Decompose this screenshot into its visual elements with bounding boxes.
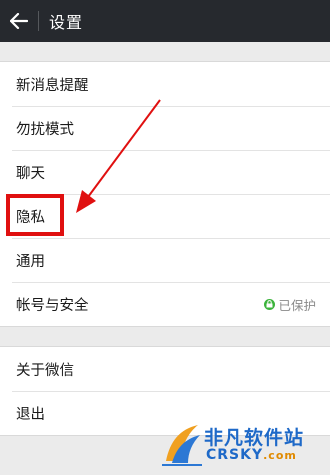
settings-item-chat[interactable]: 聊天 (0, 150, 330, 194)
page-title: 设置 (49, 13, 84, 32)
title-divider (38, 11, 39, 31)
highlight-box (6, 194, 64, 236)
settings-item-label: 聊天 (16, 165, 45, 182)
settings-item-label: 勿扰模式 (16, 121, 74, 138)
protection-status: 已保护 (264, 282, 316, 326)
settings-item-label: 帐号与安全 (16, 297, 89, 314)
settings-item-label: 关于微信 (16, 362, 74, 379)
settings-item-do-not-disturb[interactable]: 勿扰模式 (0, 106, 330, 150)
site-watermark: 非凡软件站 CRSKY.com (160, 421, 320, 469)
watermark-brand: CRSKY (206, 447, 264, 463)
back-button[interactable] (0, 0, 38, 42)
title-bar: 设置 (0, 0, 330, 42)
protection-status-text: 已保护 (278, 297, 316, 313)
back-arrow-icon (10, 13, 28, 29)
settings-item-label: 新消息提醒 (16, 77, 89, 94)
settings-item-about-wechat[interactable]: 关于微信 (0, 347, 330, 391)
settings-item-label: 通用 (16, 253, 45, 270)
watermark-chinese-name: 非凡软件站 (204, 427, 305, 449)
settings-item-account-security[interactable]: 帐号与安全 已保护 (0, 282, 330, 326)
settings-item-new-message-notify[interactable]: 新消息提醒 (0, 62, 330, 106)
watermark-english-name: CRSKY.com (206, 447, 297, 463)
settings-item-general[interactable]: 通用 (0, 238, 330, 282)
crsky-logo-icon (162, 425, 202, 466)
lock-icon (264, 298, 276, 310)
watermark-suffix: .com (263, 449, 297, 462)
settings-item-label: 退出 (16, 406, 45, 423)
